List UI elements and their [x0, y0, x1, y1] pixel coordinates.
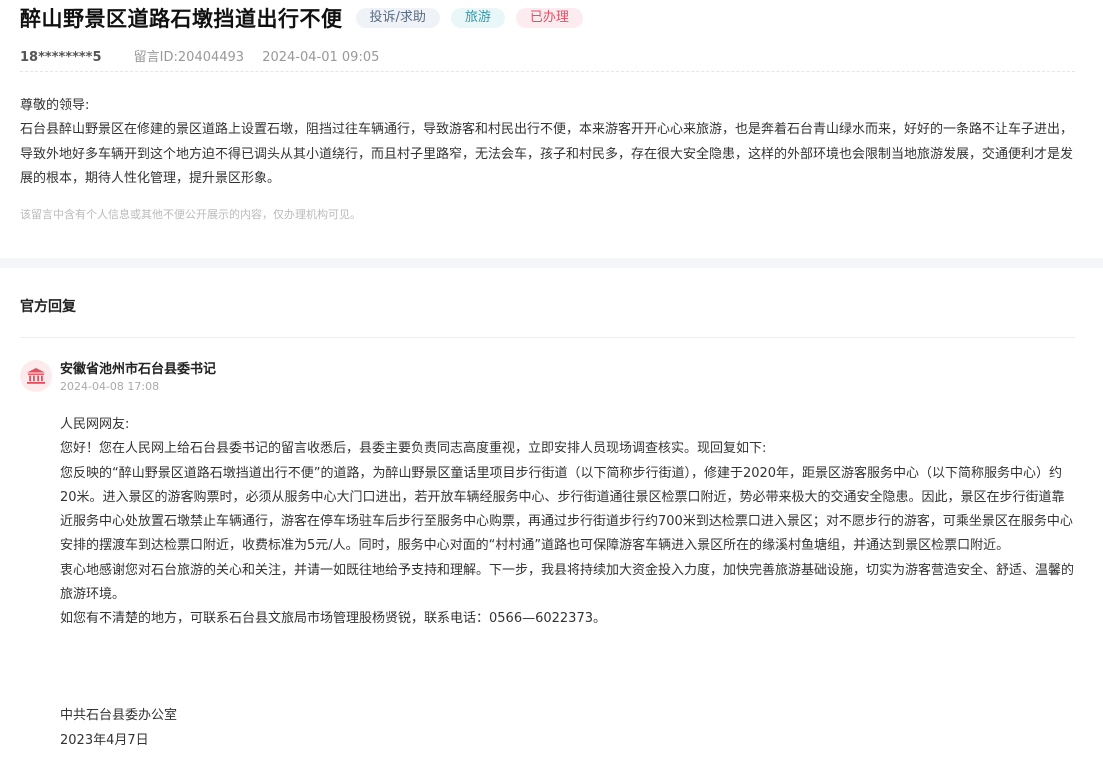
reply-paragraph: 人民网网友: — [60, 417, 130, 432]
reply-divider — [20, 337, 1075, 338]
reply-paragraph: 如您有不清楚的地方，可联系石台县文旅局市场管理股杨贤锐，联系电话：0566—60… — [60, 611, 606, 627]
message-content: 石台县醉山野景区在修建的景区道路上设置石墩，阻挡过往车辆通行，导致游客和村民出行… — [20, 122, 1074, 186]
tag-status-done: 已办理 — [515, 8, 583, 28]
reply-paragraph: 衷心地感谢您对石台旅游的关心和关注，并请一如既往地给予支持和理解。下一步，我县将… — [60, 562, 1075, 603]
title-row: 醉山野景区道路石墩挡道出行不便 投诉/求助 旅游 已办理 — [20, 4, 583, 32]
government-building-icon — [20, 360, 52, 392]
message-id: 留言ID:20404493 — [133, 50, 245, 65]
reply-paragraph: 您好！您在人民网上给石台县委书记的留言收悉后，县委主要负责同志高度重视，立即安排… — [60, 441, 767, 457]
reply-paragraph: 您反映的“醉山野景区道路石墩挡道出行不便”的道路，为醉山野景区童话里项目步行街道… — [60, 465, 1073, 554]
reply-signature: 中共石台县委办公室 2023年4月7日 — [60, 704, 177, 753]
message-greeting: 尊敬的领导: — [20, 98, 90, 113]
tag-travel[interactable]: 旅游 — [450, 8, 505, 28]
reply-organization: 安徽省池州市石台县委书记 — [60, 362, 217, 377]
meta-divider — [20, 71, 1075, 72]
message-title: 醉山野景区道路石墩挡道出行不便 — [20, 7, 343, 31]
message-meta: 18********5 留言ID:20404493 2024-04-01 09:… — [20, 46, 379, 65]
reply-date: 2024-04-08 17:08 — [60, 380, 160, 393]
tag-complaint[interactable]: 投诉/求助 — [355, 8, 440, 28]
reply-heading: 官方回复 — [20, 299, 76, 315]
reply-card: 官方回复 安徽省池州市石台县委书记 2024-04-08 17:08 人民网网友… — [0, 268, 1103, 769]
privacy-notice: 该留言中含有个人信息或其他不便公开展示的内容，仅办理机构可见。 — [20, 208, 361, 221]
section-gap — [0, 258, 1103, 268]
signature-date: 2023年4月7日 — [60, 732, 149, 748]
message-datetime: 2024-04-01 09:05 — [262, 50, 380, 65]
signature-organization: 中共石台县委办公室 — [60, 708, 178, 723]
message-card: 醉山野景区道路石墩挡道出行不便 投诉/求助 旅游 已办理 18********5… — [0, 0, 1103, 258]
message-user: 18********5 — [20, 50, 102, 65]
reply-body: 人民网网友: 您好！您在人民网上给石台县委书记的留言收悉后，县委主要负责同志高度… — [60, 413, 1077, 632]
